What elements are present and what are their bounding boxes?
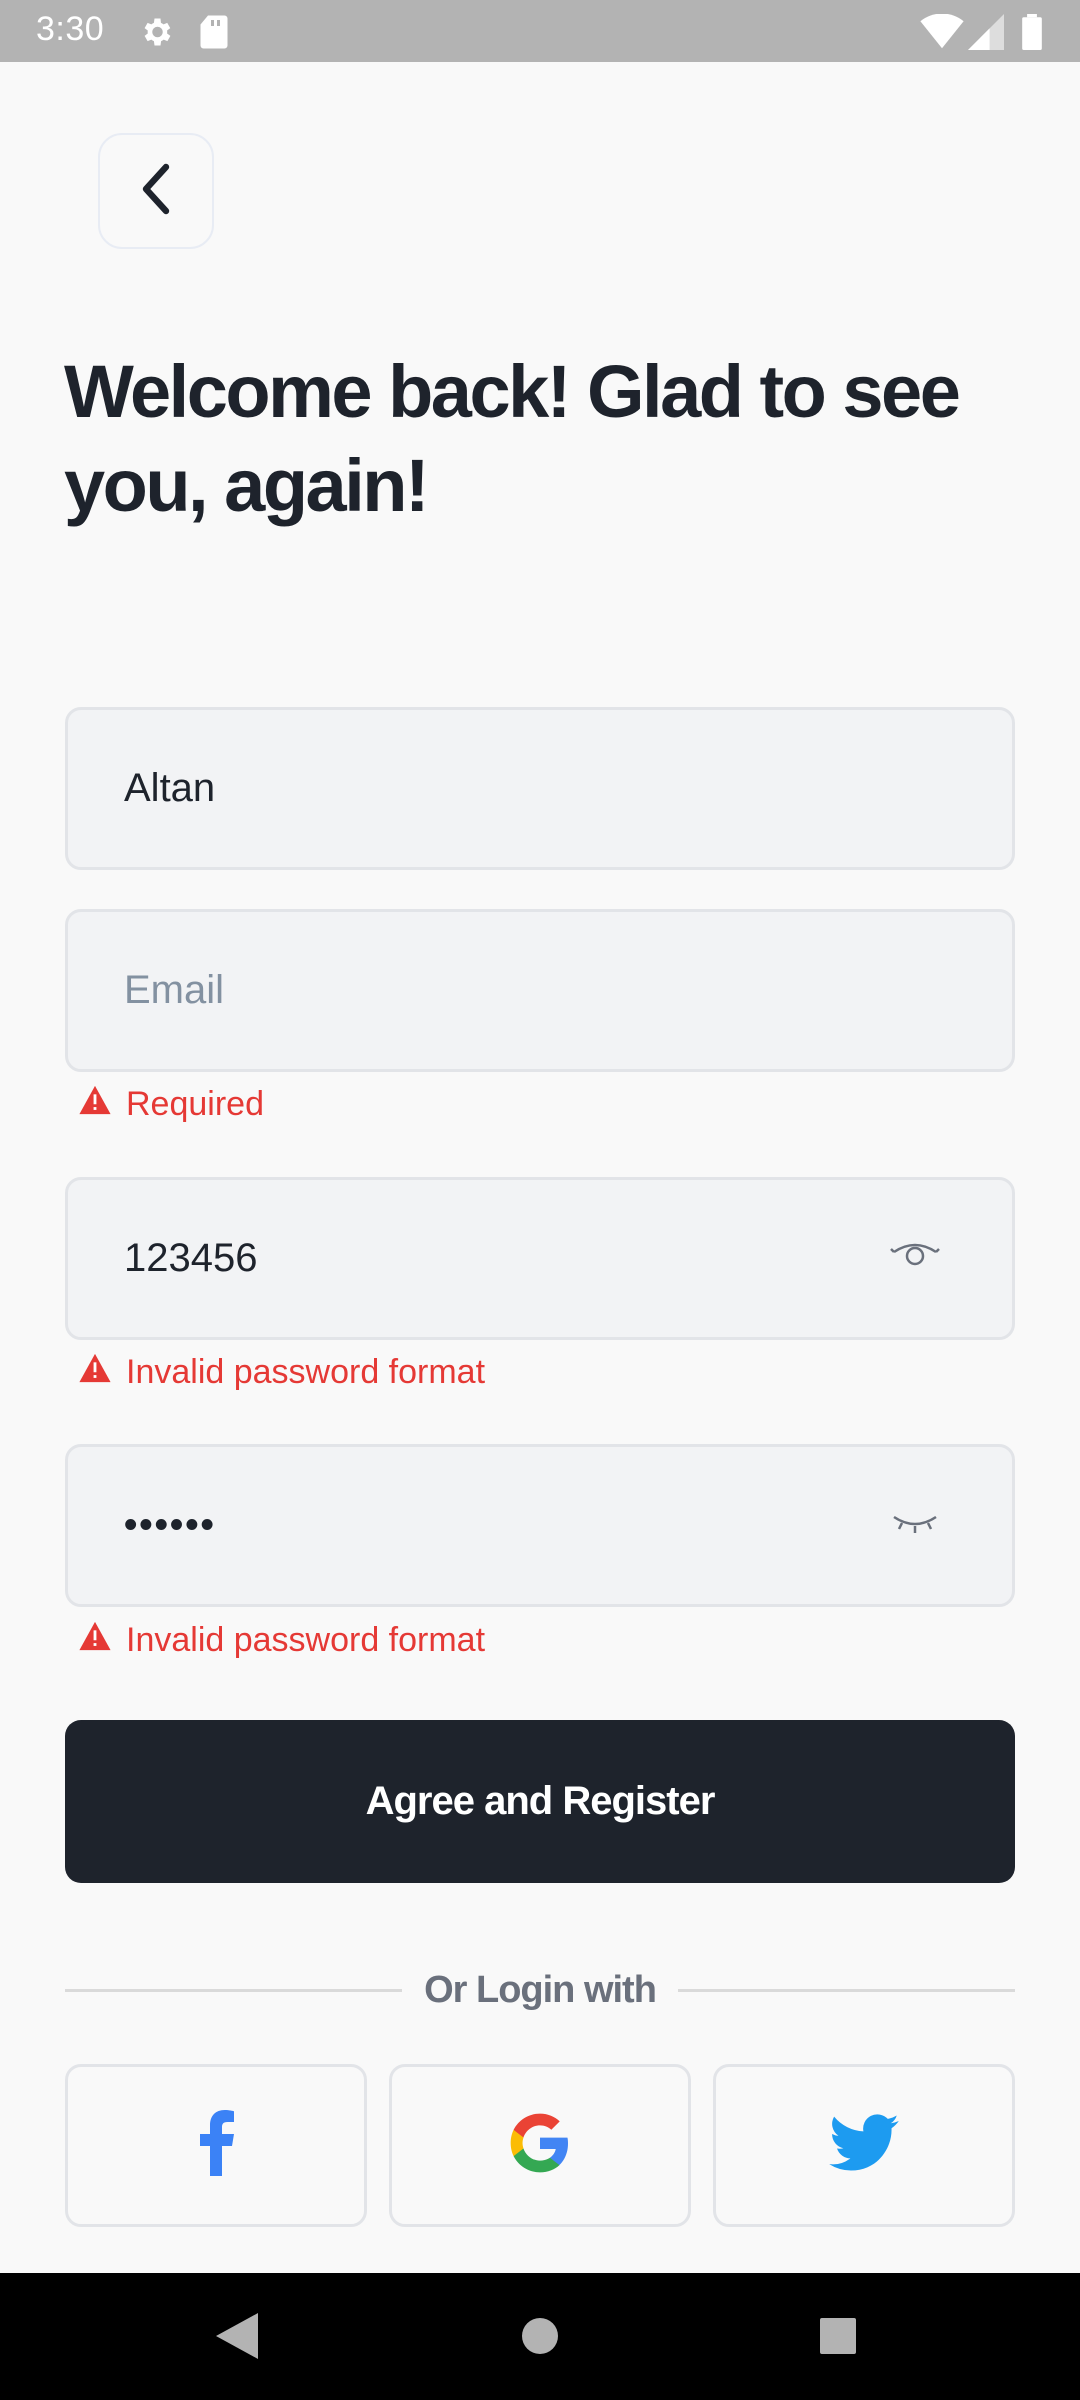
battery-icon xyxy=(1022,14,1042,55)
nav-home-icon[interactable] xyxy=(520,2313,560,2364)
email-placeholder: Email xyxy=(124,968,225,1012)
divider-line xyxy=(677,1988,1016,1992)
sd-card-icon xyxy=(198,14,230,55)
system-nav-bar xyxy=(0,2273,1080,2400)
warning-icon xyxy=(78,1084,112,1125)
password-field[interactable]: 123456 xyxy=(65,1177,1015,1340)
confirm-password-value: •••••• xyxy=(124,1504,216,1546)
wifi-icon xyxy=(920,13,964,55)
confirm-password-field[interactable]: •••••• xyxy=(65,1444,1015,1607)
or-login-divider: Or Login with xyxy=(65,1960,1016,2020)
username-value: Altan xyxy=(124,766,216,810)
divider-label: Or Login with xyxy=(424,1968,657,2011)
divider-line xyxy=(65,1988,403,1992)
password-value: 123456 xyxy=(124,1236,258,1280)
email-field[interactable]: Email xyxy=(65,909,1015,1072)
facebook-icon xyxy=(198,2110,234,2181)
password-error: Invalid password format xyxy=(78,1350,485,1394)
facebook-login-button[interactable] xyxy=(65,2064,367,2227)
status-bar: 3:30 xyxy=(0,0,1080,62)
email-error: Required xyxy=(78,1082,264,1126)
confirm-password-error-text: Invalid password format xyxy=(126,1620,486,1659)
twitter-icon xyxy=(829,2114,899,2177)
username-field[interactable]: Altan xyxy=(65,707,1015,870)
agree-register-button[interactable]: Agree and Register xyxy=(65,1720,1015,1883)
confirm-password-error: Invalid password format xyxy=(78,1618,485,1662)
password-error-text: Invalid password format xyxy=(126,1352,486,1391)
eye-open-icon[interactable] xyxy=(890,1236,940,1282)
eye-closed-icon[interactable] xyxy=(890,1503,940,1549)
nav-recents-icon[interactable] xyxy=(818,2313,858,2364)
chevron-left-icon xyxy=(136,161,176,222)
google-login-button[interactable] xyxy=(389,2064,691,2227)
google-icon xyxy=(508,2111,572,2180)
email-error-text: Required xyxy=(126,1084,264,1123)
settings-icon xyxy=(138,14,174,55)
nav-back-icon[interactable] xyxy=(216,2313,258,2364)
warning-icon xyxy=(78,1352,112,1393)
twitter-login-button[interactable] xyxy=(713,2064,1015,2227)
status-time: 3:30 xyxy=(36,10,105,48)
page-title: Welcome back! Glad to see you, again! xyxy=(64,350,961,527)
signal-icon xyxy=(968,14,1004,55)
warning-icon xyxy=(78,1620,112,1661)
back-button[interactable] xyxy=(98,133,214,249)
